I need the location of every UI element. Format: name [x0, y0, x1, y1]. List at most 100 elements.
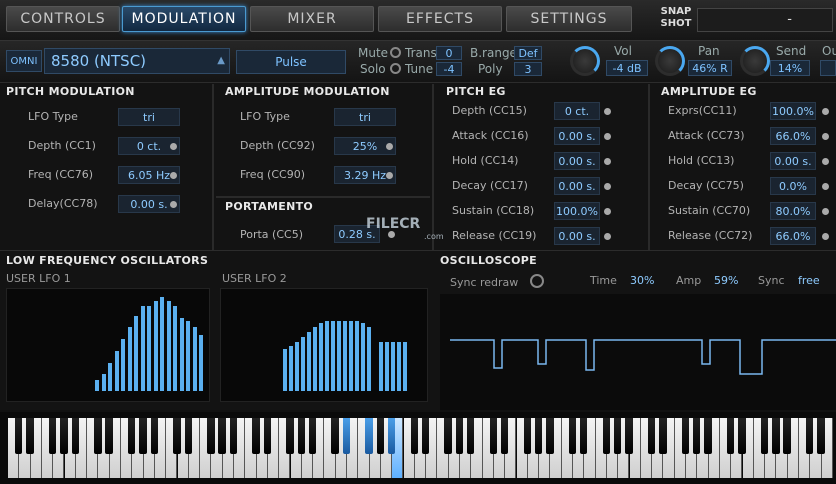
sync-redraw-toggle[interactable] — [530, 274, 544, 288]
black-key[interactable] — [534, 418, 543, 454]
lfo-bar[interactable] — [295, 342, 299, 391]
time-value[interactable]: 30% — [630, 274, 654, 287]
lfo-bar[interactable] — [343, 321, 347, 391]
black-key[interactable] — [71, 418, 79, 454]
knob-dot[interactable] — [822, 133, 829, 140]
black-key[interactable] — [783, 418, 791, 454]
knob-dot[interactable] — [386, 143, 393, 150]
lfo-bar[interactable] — [179, 318, 184, 391]
black-key[interactable] — [659, 418, 667, 454]
knob-dot[interactable] — [170, 201, 177, 208]
knob-dot[interactable] — [822, 233, 829, 240]
knob-dot[interactable] — [170, 143, 177, 150]
lfo-bar[interactable] — [186, 321, 190, 391]
black-key[interactable] — [444, 418, 452, 454]
black-key[interactable] — [297, 418, 305, 454]
porta-knob-dot[interactable] — [388, 231, 395, 238]
black-key[interactable] — [546, 418, 554, 454]
up-down-arrows-icon[interactable]: ▲ — [217, 49, 225, 73]
black-key[interactable] — [365, 418, 373, 454]
pan-knob[interactable] — [655, 46, 685, 76]
lfo-bar[interactable] — [379, 342, 383, 391]
knob-dot[interactable] — [170, 172, 177, 179]
black-key[interactable] — [647, 418, 656, 454]
black-key[interactable] — [376, 418, 385, 454]
black-key[interactable] — [387, 418, 396, 454]
black-key[interactable] — [173, 418, 181, 454]
black-key[interactable] — [523, 418, 531, 454]
tab-modulation[interactable]: MODULATION — [122, 6, 246, 32]
lfo-bar[interactable] — [108, 363, 112, 391]
lfo-bar[interactable] — [325, 321, 329, 391]
black-key[interactable] — [738, 418, 746, 454]
amp-eg-row-value[interactable]: 100.0% — [770, 102, 816, 120]
lfo-bar[interactable] — [289, 346, 293, 391]
pitch-eg-row-value[interactable]: 0.00 s. — [554, 152, 600, 170]
black-key[interactable] — [139, 418, 147, 454]
brange-value[interactable]: Def — [514, 46, 542, 60]
knob-dot[interactable] — [822, 108, 829, 115]
black-key[interactable] — [331, 418, 339, 454]
poly-value[interactable]: 3 — [514, 62, 542, 76]
black-key[interactable] — [410, 418, 418, 454]
sync-value[interactable]: free — [798, 274, 820, 287]
black-key[interactable] — [263, 418, 272, 454]
black-key[interactable] — [726, 418, 735, 454]
lfo-bar[interactable] — [199, 335, 203, 391]
black-key[interactable] — [467, 418, 475, 454]
amp-eg-row-value[interactable]: 0.00 s. — [770, 152, 816, 170]
black-key[interactable] — [568, 418, 577, 454]
snapshot-selector[interactable]: - — [697, 8, 833, 32]
black-key[interactable] — [817, 418, 825, 454]
black-key[interactable] — [48, 418, 57, 454]
amp-value[interactable]: 59% — [714, 274, 738, 287]
trans-value[interactable]: 0 — [436, 46, 462, 60]
black-key[interactable] — [602, 418, 611, 454]
black-key[interactable] — [286, 418, 294, 454]
amp-eg-row-value[interactable]: 0.0% — [770, 177, 816, 195]
black-key[interactable] — [806, 418, 814, 454]
pitch-eg-row-value[interactable]: 100.0% — [554, 202, 600, 220]
piano-keyboard[interactable] — [0, 412, 836, 484]
lfo-bar[interactable] — [307, 332, 311, 391]
lfo-bar[interactable] — [367, 327, 371, 391]
black-key[interactable] — [421, 418, 430, 454]
lfo-bar[interactable] — [134, 316, 138, 391]
knob-dot[interactable] — [822, 208, 829, 215]
out-value[interactable] — [820, 60, 836, 76]
omni-button[interactable]: OMNI — [6, 50, 42, 72]
amp-eg-row-value[interactable]: 66.0% — [770, 227, 816, 245]
lfo-bar[interactable] — [361, 323, 365, 391]
pitch-eg-row-value[interactable]: 0.00 s. — [554, 127, 600, 145]
lfo-bar[interactable] — [173, 306, 177, 391]
lfo-bar[interactable] — [331, 321, 335, 391]
black-key[interactable] — [500, 418, 509, 454]
lfo-bar[interactable] — [403, 342, 407, 391]
knob-dot[interactable] — [604, 133, 611, 140]
patch-selector[interactable]: 8580 (NTSC) ▲ — [44, 48, 230, 74]
black-key[interactable] — [489, 418, 498, 454]
lfo-bar[interactable] — [391, 342, 395, 391]
pitch-eg-row-value[interactable]: 0.00 s. — [554, 227, 600, 245]
pan-value[interactable]: 46% R — [688, 60, 732, 76]
black-key[interactable] — [105, 418, 113, 454]
lfo-bar[interactable] — [166, 301, 171, 391]
black-key[interactable] — [252, 418, 260, 454]
black-key[interactable] — [704, 418, 712, 454]
black-key[interactable] — [184, 418, 192, 454]
black-key[interactable] — [218, 418, 226, 454]
amp-eg-row-value[interactable]: 80.0% — [770, 202, 816, 220]
black-key[interactable] — [455, 418, 464, 454]
black-key[interactable] — [128, 418, 136, 454]
send-knob[interactable] — [740, 46, 770, 76]
lfo-bar[interactable] — [349, 321, 353, 391]
amp-eg-row-value[interactable]: 66.0% — [770, 127, 816, 145]
knob-dot[interactable] — [386, 172, 393, 179]
tab-effects[interactable]: EFFECTS — [378, 6, 502, 32]
black-key[interactable] — [15, 418, 23, 454]
black-key[interactable] — [60, 418, 68, 454]
lfo-bar[interactable] — [160, 297, 164, 391]
black-key[interactable] — [207, 418, 215, 454]
black-key[interactable] — [94, 418, 102, 454]
black-key[interactable] — [580, 418, 588, 454]
